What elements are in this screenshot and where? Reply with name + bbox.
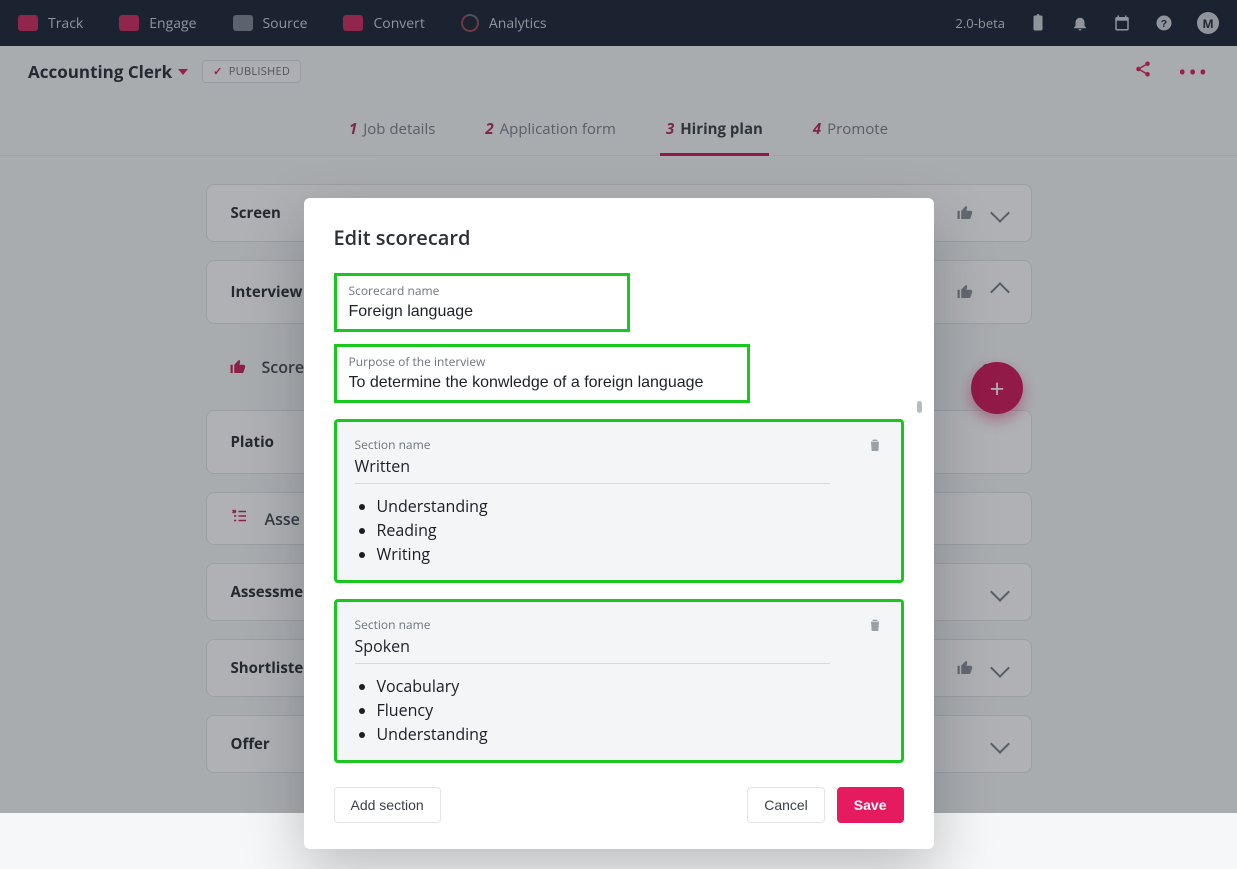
- save-button[interactable]: Save: [837, 787, 904, 823]
- scorecard-name-input[interactable]: [349, 301, 615, 321]
- section-items-list: Understanding Reading Writing: [355, 494, 883, 566]
- purpose-label: Purpose of the interview: [349, 353, 735, 370]
- section-name-label: Section name: [355, 616, 830, 633]
- trash-icon[interactable]: [867, 436, 883, 454]
- purpose-input[interactable]: [349, 372, 735, 392]
- section-written: Section name Written Understanding Readi…: [334, 419, 904, 583]
- add-section-button[interactable]: Add section: [334, 787, 441, 823]
- scrollbar-thumb[interactable]: [917, 401, 922, 413]
- cancel-button[interactable]: Cancel: [747, 787, 825, 823]
- section-name-value[interactable]: Written: [355, 453, 830, 484]
- main: Screen Interview Sc: [0, 156, 1237, 813]
- list-item[interactable]: Understanding: [377, 722, 883, 746]
- list-item[interactable]: Understanding: [377, 494, 883, 518]
- scorecard-name-label: Scorecard name: [349, 282, 615, 299]
- modal-overlay: Edit scorecard Scorecard name Purpose of…: [0, 0, 1237, 813]
- trash-icon[interactable]: [867, 616, 883, 634]
- purpose-field[interactable]: Purpose of the interview: [334, 344, 750, 403]
- section-name-value[interactable]: Spoken: [355, 633, 830, 664]
- modal-footer: Add section Cancel Save: [334, 787, 904, 823]
- list-item[interactable]: Writing: [377, 542, 883, 566]
- edit-scorecard-modal: Edit scorecard Scorecard name Purpose of…: [304, 198, 934, 849]
- list-item[interactable]: Vocabulary: [377, 674, 883, 698]
- section-spoken: Section name Spoken Vocabulary Fluency U…: [334, 599, 904, 763]
- modal-title: Edit scorecard: [334, 224, 904, 251]
- section-name-label: Section name: [355, 436, 830, 453]
- list-item[interactable]: Reading: [377, 518, 883, 542]
- scorecard-name-field[interactable]: Scorecard name: [334, 273, 630, 332]
- section-items-list: Vocabulary Fluency Understanding: [355, 674, 883, 746]
- modal-body: Scorecard name Purpose of the interview …: [334, 273, 904, 763]
- list-item[interactable]: Fluency: [377, 698, 883, 722]
